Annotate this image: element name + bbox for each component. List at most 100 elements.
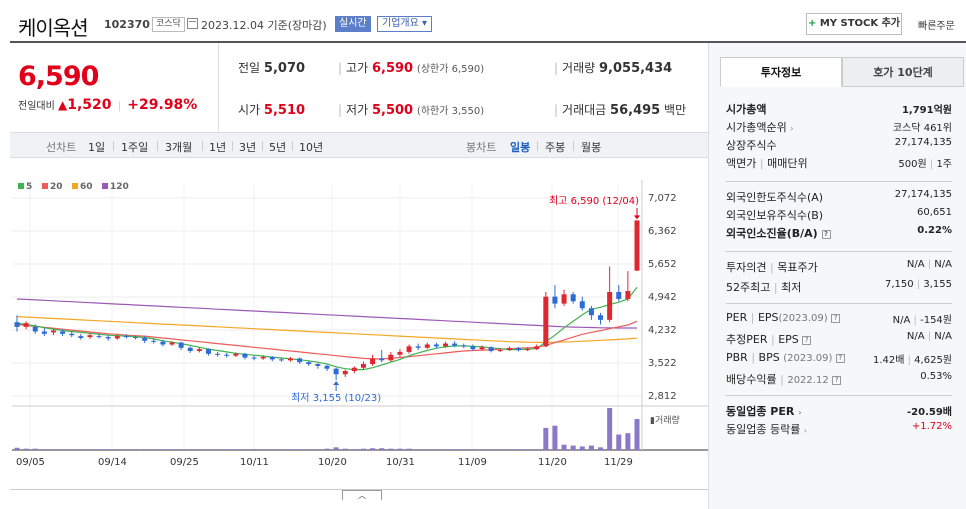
candle-body	[142, 337, 148, 341]
company-overview-button[interactable]: 기업개요 ▾	[377, 16, 433, 32]
volume-bar	[142, 449, 148, 450]
candle-weekly[interactable]: 주봉	[545, 139, 565, 155]
candle-body	[205, 349, 211, 354]
candle-body	[625, 291, 631, 299]
volume-bar	[515, 449, 521, 450]
y-tick-label: 5,652	[648, 259, 677, 270]
diff-rate: +29.98%	[127, 97, 198, 113]
prev-label: 전일	[238, 61, 261, 75]
row-label: EPS	[757, 311, 779, 324]
collapse-button[interactable]: ︿	[342, 490, 382, 500]
high-arrowhead	[634, 215, 640, 220]
candle-body	[579, 301, 585, 309]
separator: |	[913, 315, 917, 326]
candle-body	[297, 358, 303, 363]
volume-bar	[60, 449, 66, 450]
price-chart[interactable]: 5 20 60 120 7,072 6,362 5,652 4,942 4,232 3,5…	[10, 160, 708, 480]
chevron-right-icon: ›	[790, 124, 794, 133]
volume: | 거래량 9,055,434	[554, 59, 672, 76]
candle-body	[443, 343, 449, 347]
candle-body	[634, 220, 640, 271]
prev-value: 5,070	[263, 61, 306, 76]
low-price: | 저가 5,500 (하한가 3,550)	[338, 101, 484, 118]
period-5y[interactable]: 5년	[269, 139, 286, 155]
x-tick-label: 09/25	[170, 457, 199, 468]
candle-body	[23, 323, 29, 327]
volume-bar	[424, 449, 430, 450]
row-label: PER	[726, 311, 748, 324]
row-label: 상장주식수	[726, 139, 777, 152]
my-stock-add-button[interactable]: + MY STOCK 추가	[806, 13, 902, 35]
volume-bar	[461, 449, 467, 450]
volume-bar	[96, 449, 102, 450]
low-annotation: 최저 3,155 (10/23)	[291, 392, 381, 404]
row-label: 액면가	[726, 157, 757, 170]
y-tick-label: 2,812	[648, 391, 677, 402]
x-tick-label: 10/20	[318, 457, 347, 468]
candle-body	[78, 336, 84, 338]
row-label: EPS	[778, 333, 799, 346]
chart-canvas[interactable]: 7,072 6,362 5,652 4,942 4,232 3,522 2,812 09/05…	[10, 160, 708, 480]
stock-name: 케이옥션	[18, 16, 89, 40]
period-10y[interactable]: 10년	[299, 139, 323, 155]
help-icon[interactable]: ?	[802, 336, 812, 345]
chevron-right-icon: ›	[798, 408, 802, 417]
period-3m[interactable]: 3개월	[165, 139, 192, 155]
candle-monthly[interactable]: 월봉	[581, 139, 601, 155]
volume-bar	[598, 447, 604, 450]
x-tick-label: 11/09	[458, 457, 487, 468]
help-icon[interactable]: ?	[832, 376, 842, 385]
volume-label: 거래량	[562, 61, 596, 75]
prev-close: 전일 5,070	[238, 59, 305, 76]
sector-rate-row[interactable]: 동일업종 등락률 › +1.72%	[726, 421, 952, 439]
separator: |	[554, 61, 559, 75]
volume-bar	[543, 427, 549, 450]
cap-rank-row[interactable]: 시가총액순위 › 코스닥 461위	[726, 119, 952, 137]
period-3y[interactable]: 3년	[239, 139, 256, 155]
candle-body	[461, 345, 467, 347]
candle-body	[588, 308, 594, 316]
period-1y[interactable]: 1년	[209, 139, 226, 155]
volume-bar	[78, 449, 84, 450]
row-value: 27,174,135	[894, 189, 952, 200]
help-icon[interactable]: ?	[831, 314, 841, 323]
row-period: (2023.09)	[778, 313, 828, 324]
help-icon[interactable]: ?	[835, 354, 845, 363]
candle-body	[105, 337, 111, 339]
price-summary: 6,590 전일대비 ▲1,520 | +29.98% 전일 5,070 | 고가…	[10, 43, 708, 131]
x-tick-label: 09/14	[98, 457, 127, 468]
amount-label: 거래대금	[562, 103, 607, 117]
quick-order-link[interactable]: 빠른주문	[918, 17, 955, 32]
candle-body	[543, 296, 549, 347]
low-label: 저가	[346, 103, 369, 117]
candle-chart-label: 봉차트	[466, 141, 497, 154]
volume-bar	[169, 449, 175, 450]
tab-hoga-10[interactable]: 호가 10단계	[842, 57, 964, 87]
candle-body	[424, 344, 430, 348]
candle-body	[470, 346, 476, 350]
realtime-button[interactable]: 실시간	[335, 16, 371, 32]
row-label: 외국인보유주식수(B)	[726, 209, 824, 222]
candle-body	[342, 370, 348, 375]
tab-investment-info[interactable]: 투자정보	[720, 57, 842, 87]
volume-bar	[634, 419, 640, 450]
candle-daily[interactable]: 일봉	[510, 139, 530, 155]
open-label: 시가	[238, 103, 261, 117]
sector-per-row[interactable]: 동일업종 PER › -20.59배	[726, 403, 952, 421]
volume-bar	[315, 449, 321, 450]
y-tick-label: 4,942	[648, 292, 677, 303]
candle-body	[415, 346, 421, 348]
period-1w[interactable]: 1주일	[121, 139, 148, 155]
volume-bar	[269, 449, 275, 450]
candle-body	[315, 364, 321, 366]
period-1d[interactable]: 1일	[88, 139, 105, 155]
row-label: 시가총액	[726, 103, 767, 116]
y-tick-label: 4,232	[648, 325, 677, 336]
candle-body	[133, 337, 139, 339]
volume-bar	[23, 448, 29, 450]
per-eps-row: PER | EPS(2023.09) ? N/A | -154원	[726, 311, 952, 329]
volume-bar	[360, 448, 366, 450]
help-icon[interactable]: ?	[821, 230, 831, 239]
legend-swatch	[42, 183, 48, 189]
candle-body	[123, 336, 129, 338]
